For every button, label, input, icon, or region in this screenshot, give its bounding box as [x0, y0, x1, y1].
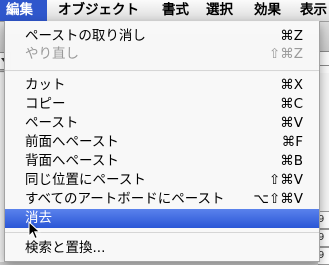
menu-item-undo-paste[interactable]: ペーストの取り消し ⌘Z [5, 27, 319, 46]
menu-item-paste[interactable]: ペースト ⌘V [5, 114, 319, 133]
menu-object[interactable]: オブジェクト [54, 0, 143, 21]
edit-menu-dropdown: ペーストの取り消し ⌘Z やり直し ⇧⌘Z カット ⌘X コピー ⌘C ペースト… [4, 21, 320, 262]
menu-type[interactable]: 書式 [158, 0, 193, 21]
menu-item-cut[interactable]: カット ⌘X [5, 76, 319, 95]
menu-item-shortcut: ⇧⌘V [268, 172, 303, 188]
menu-item-label: すべてのアートボードにペースト [25, 191, 225, 207]
menu-item-label: 背面へペースト [25, 153, 119, 169]
menu-item-label: 検索と置換... [25, 240, 106, 256]
menu-view[interactable]: 表示 [296, 0, 329, 21]
menu-item-paste-in-place[interactable]: 同じ位置にペースト ⇧⌘V [5, 171, 319, 190]
mouse-pointer-icon [28, 221, 41, 240]
menu-item-shortcut: ⌘F [281, 134, 303, 150]
menu-item-copy[interactable]: コピー ⌘C [5, 95, 319, 114]
menu-item-label: 同じ位置にペースト [25, 172, 146, 188]
menu-select[interactable]: 選択 [202, 0, 237, 21]
menu-item-shortcut: ⌘Z [280, 28, 303, 44]
menu-item-shortcut: ⌥⇧⌘V [253, 191, 303, 207]
menu-item-paste-on-all-artboards[interactable]: すべてのアートボードにペースト ⌥⇧⌘V [5, 190, 319, 209]
menu-item-shortcut: ⌘V [280, 115, 303, 131]
menu-edit[interactable]: 編集 [0, 0, 47, 21]
menu-item-label: やり直し [25, 46, 79, 62]
menu-item-label: カット [25, 77, 66, 93]
menu-item-clear[interactable]: 消去 [5, 209, 319, 228]
menu-item-shortcut: ⌘B [280, 153, 303, 169]
menu-item-shortcut: ⇧⌘Z [268, 46, 303, 62]
menu-item-shortcut: ⌘X [280, 77, 303, 93]
menu-item-paste-in-back[interactable]: 背面へペースト ⌘B [5, 152, 319, 171]
menu-item-shortcut: ⌘C [280, 96, 303, 112]
menu-separator [5, 70, 319, 71]
menu-item-label: コピー [25, 96, 66, 112]
menu-item-label: ペーストの取り消し [25, 28, 146, 44]
menu-item-find-replace[interactable]: 検索と置換... [5, 239, 319, 258]
menu-item-paste-in-front[interactable]: 前面へペースト ⌘F [5, 133, 319, 152]
menu-item-redo: やり直し ⇧⌘Z [5, 45, 319, 64]
menu-separator [5, 232, 319, 233]
menu-bar: 編集 オブジェクト 書式 選択 効果 表示 [0, 0, 329, 22]
menu-effect[interactable]: 効果 [250, 0, 285, 21]
menu-item-label: 前面へペースト [25, 134, 119, 150]
menu-item-label: ペースト [25, 115, 79, 131]
